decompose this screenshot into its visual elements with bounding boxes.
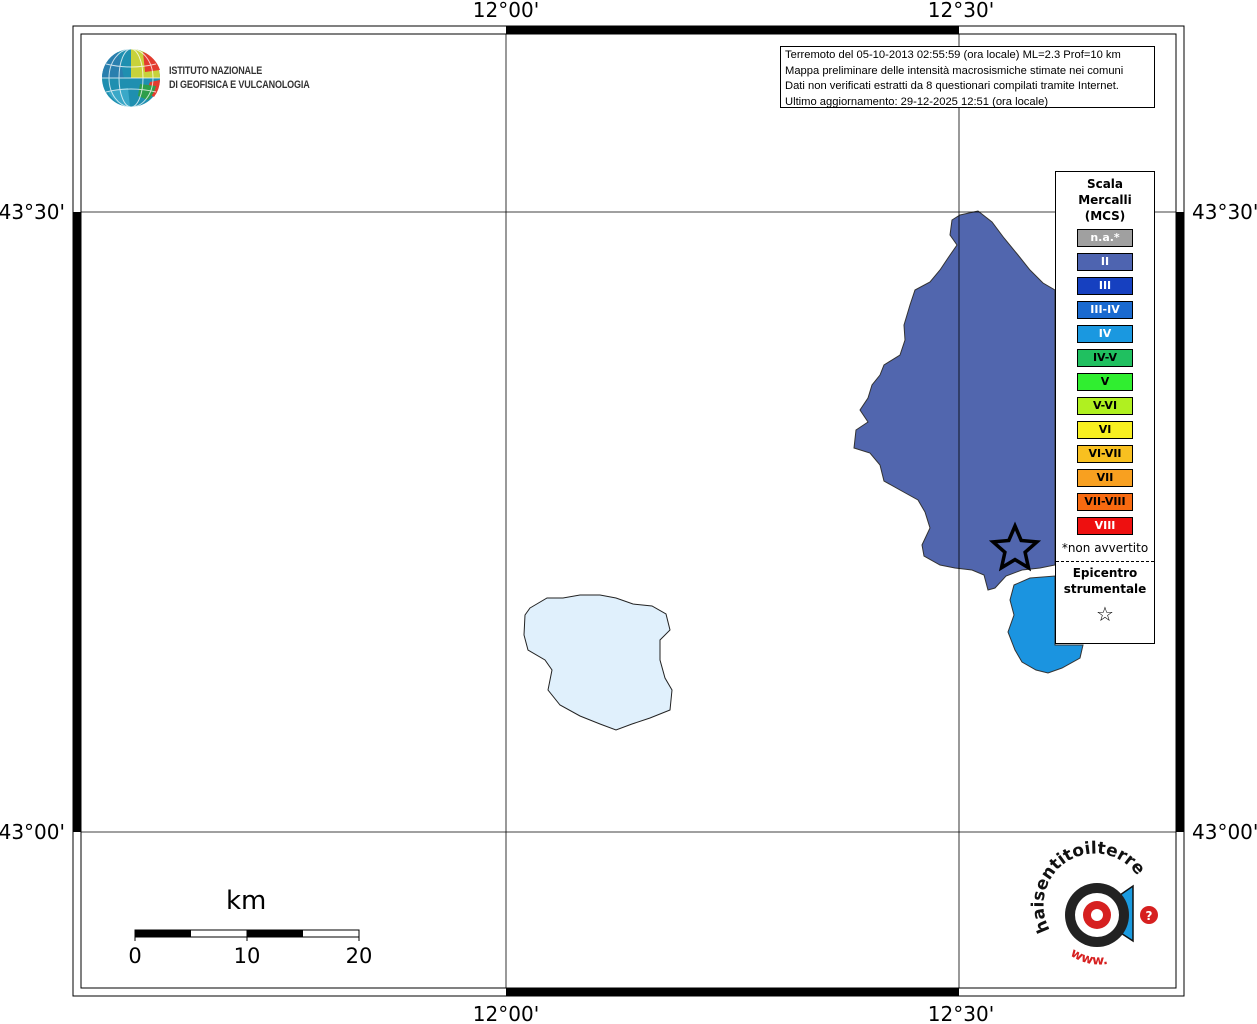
lat-label-left-2: 43°00'	[0, 820, 65, 844]
legend-item: V	[1077, 373, 1133, 391]
lon-label-bottom-1: 12°00'	[473, 1002, 539, 1024]
legend-divider	[1056, 561, 1154, 562]
mcs-legend: Scala Mercalli (MCS) n.a.* II III III-IV IV I…	[1055, 171, 1155, 644]
lon-label-bottom-2: 12°30'	[928, 1002, 994, 1024]
event-info-box: Terremoto del 05-10-2013 02:55:59 (ora l…	[780, 46, 1155, 108]
scale-bar	[134, 929, 360, 941]
ingv-logo-text: ISTITUTO NAZIONALE DI GEOFISICA E VULCAN…	[169, 64, 310, 92]
legend-epicentre-line1: Epicentro	[1072, 566, 1138, 580]
legend-item: IV-V	[1077, 349, 1133, 367]
legend-item: III	[1077, 277, 1133, 295]
legend-list: n.a.* II III III-IV IV IV-V V V-VI VI VI-VII VII VI…	[1056, 229, 1154, 535]
star-icon: ☆	[1096, 602, 1114, 626]
legend-epicentre-title: Epicentro strumentale	[1056, 565, 1154, 597]
event-info-line: Dati non verificati estratti da 8 questi…	[785, 80, 1119, 92]
ingv-logo-globe	[101, 48, 160, 108]
legend-item: VI-VII	[1077, 445, 1133, 463]
event-info-line: Mappa preliminare delle intensità macros…	[785, 64, 1124, 77]
legend-item: VII-VIII	[1077, 493, 1133, 511]
legend-epicentre-line2: strumentale	[1063, 582, 1147, 596]
scale-tick-label: 10	[233, 944, 261, 968]
svg-text:www.: www.	[1068, 946, 1109, 969]
intensity-region-ii	[853, 210, 1056, 591]
legend-item: VIII	[1077, 517, 1133, 535]
lat-label-right-1: 43°30'	[1192, 200, 1257, 224]
legend-title: Scala Mercalli (MCS)	[1056, 176, 1154, 224]
haisentito-logo-prefix: www.	[1068, 946, 1109, 969]
frame-tick-left	[73, 212, 81, 832]
legend-title-line3: (MCS)	[1084, 209, 1126, 223]
event-info-line: Ultimo aggiornamento: 29-12-2025 12:51 (…	[785, 95, 1049, 108]
legend-item: II	[1077, 253, 1133, 271]
legend-item: III-IV	[1077, 301, 1133, 319]
legend-item: VII	[1077, 469, 1133, 487]
legend-title-line2: Mercalli	[1078, 193, 1132, 207]
legend-note: *non avvertito	[1061, 541, 1149, 555]
legend-item: V-VI	[1077, 397, 1133, 415]
lake-trasimeno	[523, 594, 673, 731]
frame-tick-bottom	[506, 988, 959, 996]
frame-tick-right	[1176, 212, 1184, 832]
event-info-line: Terremoto del 05-10-2013 02:55:59 (ora l…	[785, 49, 1121, 61]
svg-text:?: ?	[1146, 909, 1153, 923]
scale-tick-label: 20	[345, 944, 373, 968]
legend-item: n.a.*	[1077, 229, 1133, 247]
ingv-logo-line1: ISTITUTO NAZIONALE	[169, 65, 263, 77]
frame-tick-top	[506, 26, 959, 34]
lat-label-right-2: 43°00'	[1192, 820, 1257, 844]
legend-item: IV	[1077, 325, 1133, 343]
ingv-logo-line2: DI GEOFISICA E VULCANOLOGIA	[169, 79, 310, 91]
scale-unit: km	[226, 886, 267, 916]
legend-item: VI	[1077, 421, 1133, 439]
lat-label-left-1: 43°30'	[0, 200, 65, 224]
lon-label-top-1: 12°00'	[473, 0, 539, 22]
scale-tick-label: 0	[128, 944, 142, 968]
legend-title-line1: Scala	[1086, 177, 1124, 191]
lon-label-top-2: 12°30'	[928, 0, 994, 22]
